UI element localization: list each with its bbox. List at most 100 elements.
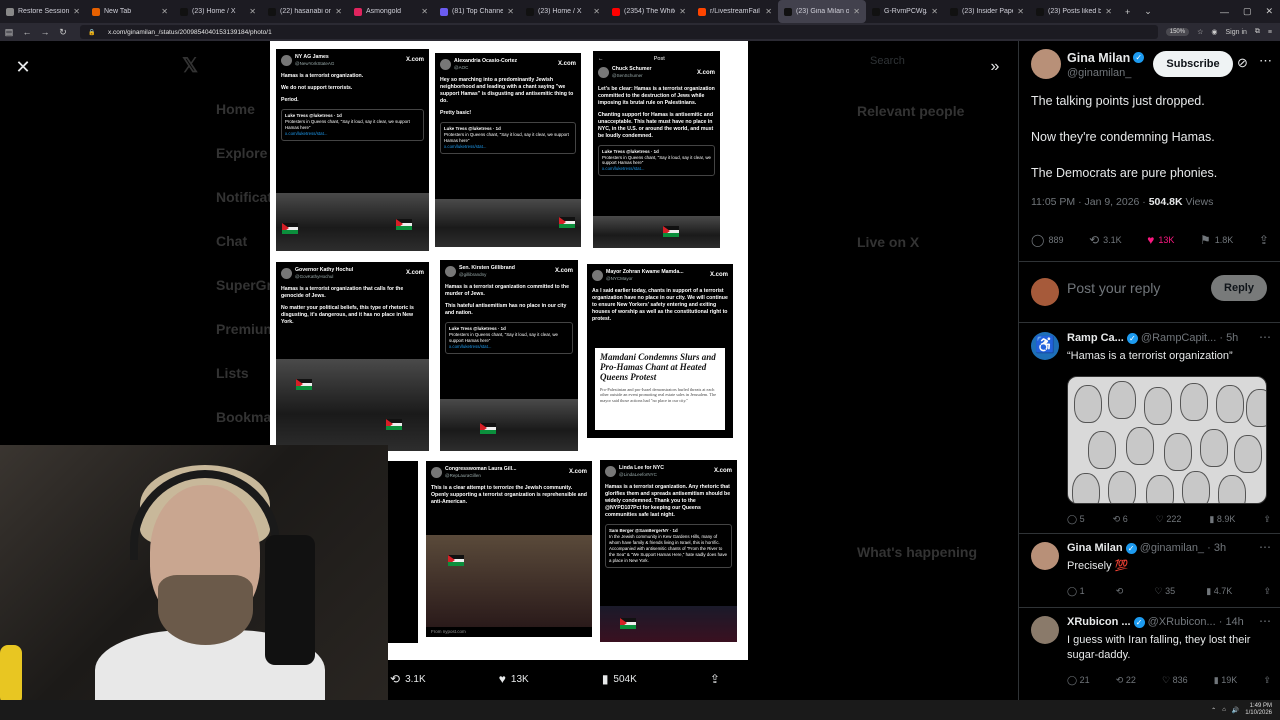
tab-close-icon[interactable]: ✕: [1101, 7, 1112, 16]
reply-views-button[interactable]: ▮ 19K: [1214, 675, 1237, 686]
media-repost-button[interactable]: ⟲ 3.1K: [390, 672, 426, 686]
browser-tab[interactable]: (23) Posts liked by Za✕: [1030, 0, 1118, 23]
tab-close-icon[interactable]: ✕: [157, 7, 168, 16]
reply-views-button[interactable]: ▮ 4.7K: [1206, 586, 1232, 597]
card-name: Chuck Schumer: [612, 66, 652, 73]
share-icon[interactable]: ⇪: [1263, 514, 1271, 525]
media-share-button[interactable]: ⇪: [710, 672, 720, 686]
tab-close-icon[interactable]: ✕: [503, 7, 514, 16]
media-like-button[interactable]: ♥ 13K: [499, 672, 529, 686]
browser-tab[interactable]: (23) Home / X ✕: [520, 0, 606, 23]
post-author[interactable]: Gina Milan ✓ @ginamilan_: [1031, 49, 1145, 79]
reply-input[interactable]: Post your reply: [1067, 280, 1160, 296]
tab-close-icon[interactable]: ✕: [927, 7, 938, 16]
network-icon[interactable]: ⌂: [1222, 707, 1226, 713]
extensions-icon[interactable]: ⧉: [1255, 28, 1260, 36]
zoom-badge[interactable]: 150%: [1165, 28, 1190, 36]
more-options-icon[interactable]: ⋯: [1259, 53, 1272, 69]
author-handle[interactable]: @ginamilan_: [1067, 67, 1144, 79]
grok-icon[interactable]: ⊘: [1237, 55, 1248, 71]
repost-button[interactable]: ⟲ 3.1K: [1089, 233, 1122, 247]
reply-repost-button[interactable]: ⟲ 22: [1116, 675, 1136, 686]
close-media-button[interactable]: ✕: [12, 56, 34, 78]
tray-chevron-icon[interactable]: ⌃: [1211, 707, 1216, 714]
avatar[interactable]: [1031, 542, 1059, 570]
protest-photo: [440, 399, 578, 451]
tab-close-icon[interactable]: ✕: [69, 7, 80, 16]
reply-repost-button[interactable]: ⟲ 6: [1113, 514, 1128, 525]
browser-tab[interactable]: (81) Top Channels - T✕: [434, 0, 520, 23]
collapse-panel-button[interactable]: »: [984, 56, 1006, 78]
avatar[interactable]: ♿: [1031, 332, 1059, 360]
npc-meme-image[interactable]: [1067, 376, 1267, 504]
reply-author-name[interactable]: Ramp Ca...: [1067, 332, 1124, 344]
more-options-icon[interactable]: ⋯: [1259, 540, 1271, 554]
reply-views-button[interactable]: ▮ 8.9K: [1209, 514, 1235, 525]
tab-close-icon[interactable]: ✕: [245, 7, 256, 16]
subscribe-button[interactable]: Subscribe: [1153, 51, 1233, 77]
like-button[interactable]: ♥ 13K: [1147, 233, 1174, 247]
browser-tab[interactable]: Restore Session ✕: [0, 0, 86, 23]
reply-repost-button[interactable]: ⟲: [1116, 586, 1124, 597]
reply-button[interactable]: ◯ 889: [1031, 233, 1063, 247]
browser-tab[interactable]: Asmongold ✕: [348, 0, 434, 23]
tab-close-icon[interactable]: ✕: [849, 7, 860, 16]
window-close-button[interactable]: ✕: [1258, 6, 1280, 17]
more-options-icon[interactable]: ⋯: [1259, 330, 1271, 344]
media-views-button[interactable]: ▮ 504K: [602, 672, 637, 686]
volume-icon[interactable]: 🔊: [1232, 707, 1239, 714]
reply-item[interactable]: ♿ Ramp Ca... ✓ @RampCapit... · 5h ⋯ “Hama…: [1019, 324, 1280, 534]
tab-close-icon[interactable]: ✕: [761, 7, 772, 16]
tab-list-chevron-icon[interactable]: ⌄: [1137, 6, 1159, 17]
reply-reply-button[interactable]: ◯ 1: [1067, 586, 1085, 597]
x-com-logo: X.com: [554, 268, 573, 275]
menu-icon[interactable]: ≡: [1268, 29, 1272, 36]
browser-tab[interactable]: (2354) The White Ho✕: [606, 0, 692, 23]
card-name: Linda Lee for NYC: [619, 465, 664, 471]
browser-tab[interactable]: (23) Gina Milan on ·✕: [778, 0, 866, 23]
reply-author-name[interactable]: Gina Milan: [1067, 542, 1123, 554]
reply-item[interactable]: XRubicon ... ✓ @XRubicon... · 14h ⋯ I gue…: [1019, 608, 1280, 700]
tab-close-icon[interactable]: ✕: [417, 7, 428, 16]
bookmark-button[interactable]: ⚑ 1.8K: [1200, 233, 1233, 247]
maximize-button[interactable]: ▢: [1236, 6, 1259, 17]
reply-reply-button[interactable]: ◯ 5: [1067, 514, 1085, 525]
share-icon[interactable]: ⇪: [1263, 675, 1271, 686]
avatar[interactable]: [1031, 616, 1059, 644]
new-tab-button[interactable]: +: [1118, 7, 1137, 17]
tab-close-icon[interactable]: ✕: [331, 7, 342, 16]
reply-reply-button[interactable]: ◯ 21: [1067, 675, 1090, 686]
browser-tab[interactable]: (23) Insider Paper on✕: [944, 0, 1030, 23]
more-options-icon[interactable]: ⋯: [1259, 614, 1271, 628]
avatar[interactable]: [1031, 49, 1061, 79]
tab-close-icon[interactable]: ✕: [589, 7, 600, 16]
browser-tab[interactable]: (22) hasanabi on X: "Ju✕: [262, 0, 348, 23]
sign-in-link[interactable]: Sign in: [1226, 29, 1247, 36]
author-name[interactable]: Gina Milan: [1067, 51, 1130, 65]
browser-tab[interactable]: r/LivestreamFail ✕: [692, 0, 778, 23]
back-button[interactable]: ←: [18, 27, 36, 37]
tab-close-icon[interactable]: ✕: [675, 7, 686, 16]
browser-tab[interactable]: (23) Home / X ✕: [174, 0, 262, 23]
browser-tab[interactable]: New Tab ✕: [86, 0, 174, 23]
minimize-button[interactable]: —: [1213, 7, 1236, 17]
browser-tab[interactable]: G-RvmPCWgAABGm✕: [866, 0, 944, 23]
reply-like-button[interactable]: ♡ 836: [1162, 675, 1188, 686]
reply-submit-button[interactable]: Reply: [1211, 275, 1267, 301]
account-icon[interactable]: ◉: [1211, 28, 1217, 36]
reply-item[interactable]: Gina Milan ✓ @ginamilan_ · 3h ⋯ Precisely…: [1019, 534, 1280, 608]
forward-button[interactable]: →: [36, 27, 54, 37]
bookmark-star-icon[interactable]: ☆: [1197, 28, 1203, 36]
reply-like-button[interactable]: ♡ 35: [1155, 586, 1176, 597]
reload-button[interactable]: ↻: [54, 27, 72, 38]
share-button[interactable]: ⇪: [1259, 233, 1269, 247]
card-header-label: Post: [653, 56, 665, 62]
address-bar[interactable]: 🔒 x.com/ginamilan_/status/20098540401531…: [80, 25, 1158, 39]
reply-author-name[interactable]: XRubicon ...: [1067, 616, 1131, 628]
tab-close-icon[interactable]: ✕: [1013, 7, 1024, 16]
share-icon[interactable]: ⇪: [1263, 586, 1271, 597]
sidebar-toggle-icon[interactable]: ▤: [0, 27, 18, 38]
reply-like-button[interactable]: ♡ 222: [1156, 514, 1182, 525]
post-time[interactable]: 11:05 PM · Jan 9, 2026 ·: [1031, 196, 1146, 208]
taskbar-clock[interactable]: 1:49 PM 1/10/2026: [1245, 703, 1272, 717]
